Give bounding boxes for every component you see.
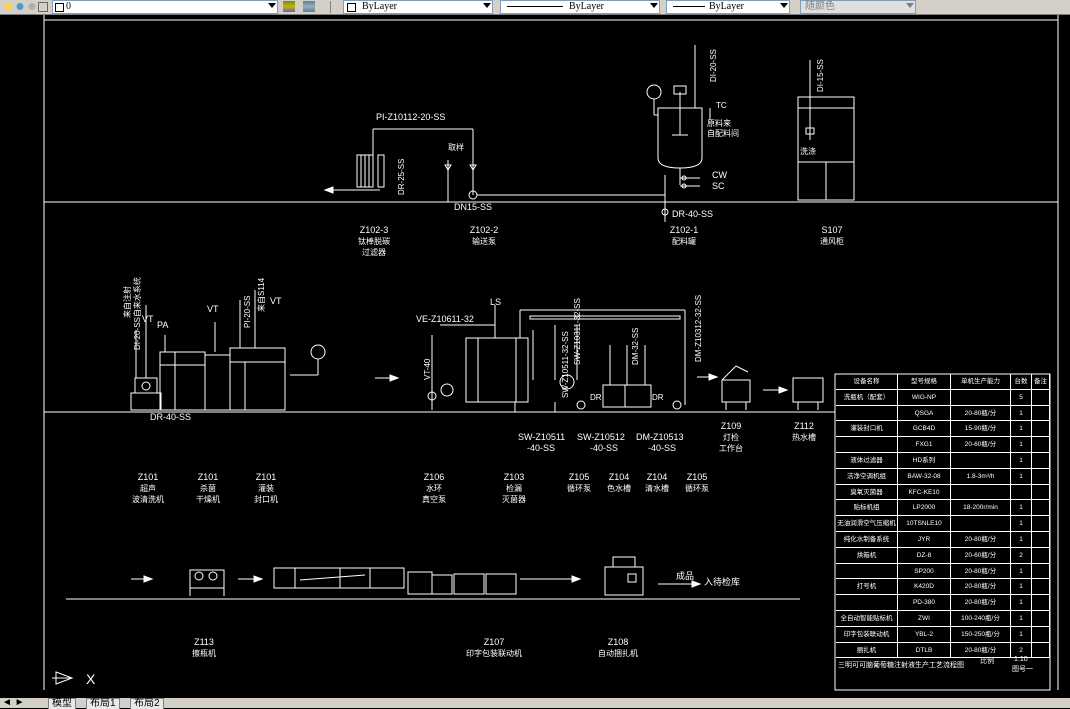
flow-arrow-right-icon bbox=[708, 373, 719, 381]
lineweight-value: ByLayer bbox=[709, 1, 744, 12]
linetype-preview bbox=[507, 6, 563, 7]
lineweight-preview bbox=[673, 6, 705, 7]
layer-color-swatch bbox=[55, 3, 64, 12]
tab-layout-1[interactable]: 布局1 bbox=[86, 698, 120, 709]
strapping-machine-shape bbox=[604, 566, 644, 596]
layers-manager-icon[interactable] bbox=[283, 1, 295, 12]
flow-arrow-right-icon bbox=[691, 580, 702, 588]
linetype-dropdown[interactable]: ByLayer bbox=[500, 0, 660, 14]
bulb-icon[interactable] bbox=[2, 1, 14, 12]
leak-sterilizer-shape bbox=[465, 337, 529, 403]
flow-arrow-left-icon bbox=[323, 186, 334, 194]
middle-process-diagram bbox=[130, 290, 824, 412]
sun-icon[interactable] bbox=[14, 1, 26, 12]
filling-sealing-machine-shape bbox=[229, 347, 286, 411]
color-water-tank-shape bbox=[602, 384, 652, 408]
chevron-down-icon bbox=[780, 3, 788, 8]
plotstyle-value: 随颜色 bbox=[805, 1, 835, 12]
filter-housing-shape bbox=[377, 154, 385, 188]
linetype-value: ByLayer bbox=[569, 1, 604, 12]
flow-arrow-right-icon bbox=[253, 575, 264, 583]
flow-arrow-right-icon bbox=[143, 575, 154, 583]
layer-previous-icon[interactable] bbox=[303, 1, 315, 12]
color-value: ByLayer bbox=[362, 1, 397, 12]
layer-dropdown[interactable]: 0 bbox=[52, 0, 278, 14]
color-dropdown[interactable]: ByLayer bbox=[343, 0, 493, 14]
top-process-diagram bbox=[323, 45, 855, 222]
plotstyle-dropdown: 随颜色 bbox=[800, 0, 916, 14]
tab-layout-2[interactable]: 布局2 bbox=[130, 698, 164, 709]
chevron-down-icon bbox=[650, 3, 658, 8]
lineweight-dropdown[interactable]: ByLayer bbox=[666, 0, 790, 14]
inspection-bench-shape bbox=[721, 379, 751, 403]
flow-arrow-right-icon bbox=[389, 374, 400, 382]
drawing-canvas[interactable] bbox=[0, 15, 1070, 698]
vacuum-pump-circle bbox=[440, 383, 454, 397]
pressure-gauge-circle bbox=[310, 344, 326, 360]
chevron-down-icon bbox=[268, 3, 276, 8]
tab-model[interactable]: 模型 bbox=[48, 698, 76, 709]
flow-arrow-right-icon bbox=[778, 386, 789, 394]
instrument-circle bbox=[646, 84, 662, 100]
lock-icon[interactable] bbox=[38, 2, 48, 12]
layer-value: 0 bbox=[66, 1, 71, 12]
freeze-icon[interactable] bbox=[26, 1, 38, 12]
toolbar-separator bbox=[330, 1, 331, 13]
bottom-process-diagram bbox=[131, 556, 702, 596]
sterilizing-dryer-shape bbox=[159, 351, 206, 411]
ucs-icon bbox=[52, 671, 74, 685]
ultrasonic-washer-shape bbox=[130, 392, 162, 411]
hot-water-tank-shape bbox=[792, 377, 824, 403]
printing-packaging-line-shape bbox=[273, 567, 405, 589]
chevron-down-icon bbox=[906, 3, 914, 8]
tab-nav-arrows-icon[interactable]: ◄ ► bbox=[2, 698, 25, 708]
layout-tabs: ◄ ► 模型 布局1 布局2 bbox=[0, 698, 1070, 709]
chevron-down-icon bbox=[483, 3, 491, 8]
properties-toolbar: 0 ByLayer ByLayer ByLayer 随颜色 bbox=[0, 0, 1070, 15]
circulation-pump-circle bbox=[559, 374, 575, 390]
bottle-wiper-shape bbox=[189, 569, 225, 589]
flow-arrow-right-icon bbox=[571, 575, 582, 583]
spec-table-grid bbox=[834, 373, 1051, 691]
color-swatch bbox=[347, 3, 356, 12]
